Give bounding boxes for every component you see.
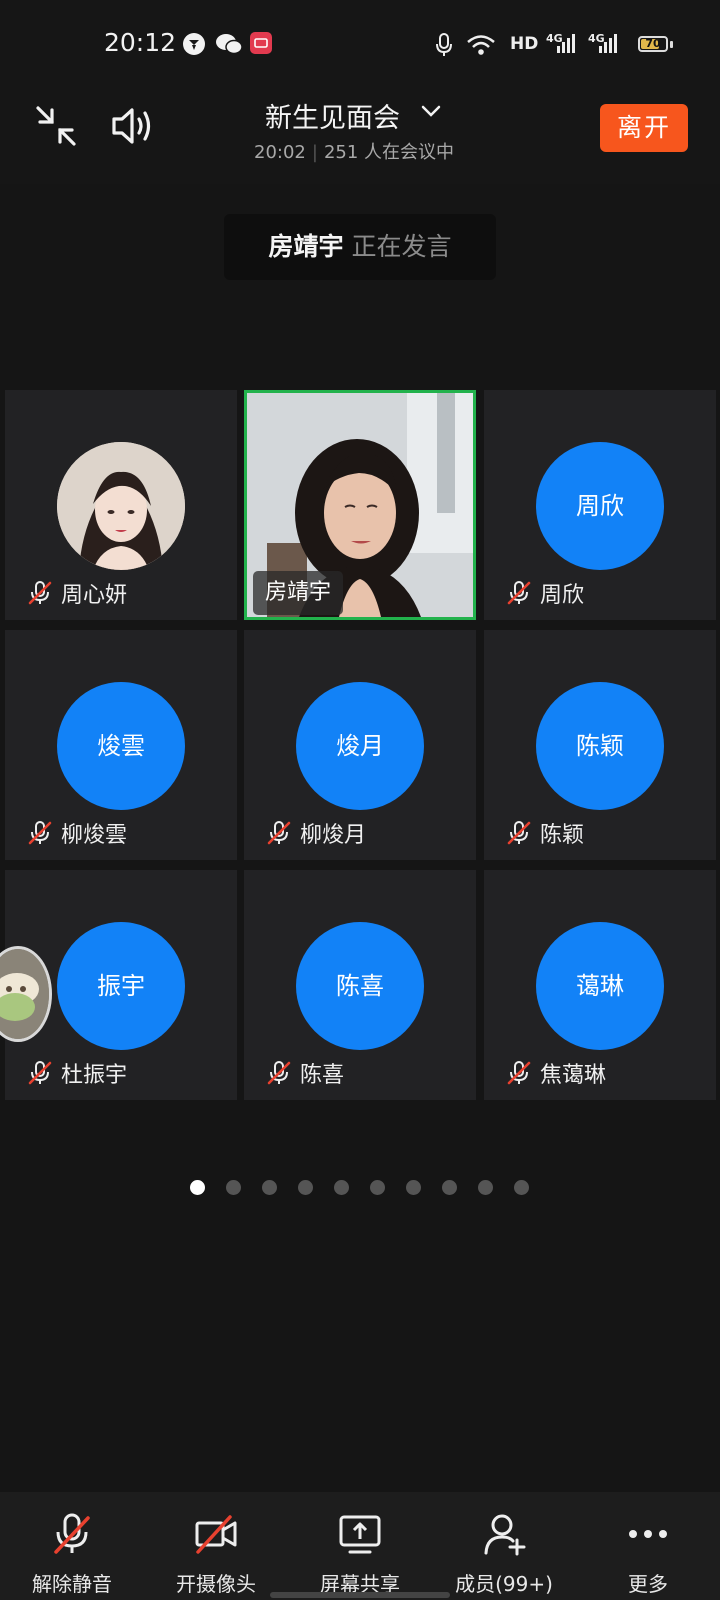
muted-mic-icon [506,580,532,606]
camera-button[interactable]: 开摄像头 [144,1492,288,1600]
participant-video-tile[interactable]: 房靖宇 [244,390,476,620]
signal-strength-icon [556,32,576,58]
unmute-button[interactable]: 解除静音 [0,1492,144,1600]
muted-mic-icon [506,820,532,846]
status-bar: 20:12 HD 4G 4G 70 [0,0,720,90]
page-dot[interactable] [226,1180,241,1195]
participant-tile[interactable]: 陈喜 陈喜 [244,870,476,1100]
muted-mic-icon [27,1060,53,1086]
wifi-icon [466,34,496,60]
participant-tile[interactable]: 周欣 周欣 [484,390,716,620]
participant-tile[interactable]: 陈颖 陈颖 [484,630,716,860]
members-button[interactable]: 成员(99+) [432,1492,576,1600]
participant-name: 柳焌雲 [61,823,128,848]
screen-share-icon [338,1512,382,1556]
leave-button[interactable]: 离开 [600,104,688,152]
initials-avatar: 蔼琳 [536,922,664,1050]
more-dots-icon [626,1512,670,1556]
camera-label: 开摄像头 [176,1572,256,1596]
unmute-label: 解除静音 [32,1572,112,1596]
meeting-title[interactable]: 新生见面会 [265,96,400,135]
initials-avatar: 焌月 [296,682,424,810]
more-label: 更多 [628,1572,668,1596]
participant-count: 251 人在会议中 [323,142,455,163]
minimize-icon[interactable] [34,104,78,152]
active-speaker-banner: 房靖宇 正在发言 [224,214,496,280]
speaker-volume-icon[interactable] [110,104,156,152]
meeting-start-time: 20:02 [254,142,306,163]
participant-name: 陈颖 [540,823,585,848]
signal-strength-icon-2 [598,32,618,58]
participant-tile[interactable]: 周心妍 [5,390,237,620]
page-dot[interactable] [406,1180,421,1195]
participant-name-label: 陈喜 [266,1058,344,1088]
initials-avatar: 陈颖 [536,682,664,810]
participant-name: 周心妍 [61,583,128,608]
participant-tile[interactable]: 焌雲 柳焌雲 [5,630,237,860]
muted-mic-icon [50,1512,94,1556]
chevron-down-icon[interactable] [420,100,442,126]
members-label: 成员(99+) [455,1572,553,1596]
muted-mic-icon [27,820,53,846]
camera-off-icon [194,1512,238,1556]
participant-name-label: 房靖宇 [253,571,344,615]
initials-avatar: 周欣 [536,442,664,570]
participant-name: 焦蔼琳 [540,1063,607,1088]
participant-name-label: 杜振宇 [27,1058,127,1088]
page-dot[interactable] [370,1180,385,1195]
active-speaker-status: 正在发言 [351,232,452,261]
wechat-icon [215,32,243,60]
active-speaker-name: 房靖宇 [268,232,344,261]
participant-tile[interactable]: 蔼琳 焦蔼琳 [484,870,716,1100]
participant-name-label: 陈颖 [506,818,584,848]
more-button[interactable]: 更多 [576,1492,720,1600]
add-member-icon [482,1512,526,1556]
meeting-header: 新生见面会 20:02 | 251 人在会议中 离开 [0,90,720,184]
screen-record-icon [249,31,273,59]
page-dot[interactable] [514,1180,529,1195]
participant-name-label: 柳焌雲 [27,818,127,848]
home-indicator[interactable] [270,1592,450,1598]
battery-level: 70 [645,37,661,50]
page-dot[interactable] [298,1180,313,1195]
page-dot[interactable] [442,1180,457,1195]
microphone-status-icon [434,32,454,62]
muted-mic-icon [266,820,292,846]
participant-name-label: 周欣 [506,578,584,608]
screen-share-button[interactable]: 屏幕共享 [288,1492,432,1600]
meeting-toolbar: 解除静音 开摄像头 屏幕共享 成员(99+) 更多 [0,1492,720,1600]
page-indicator[interactable] [0,1180,720,1200]
battery-icon: 70 [638,36,668,52]
profile-photo-avatar [57,442,185,570]
muted-mic-icon [27,580,53,606]
muted-mic-icon [266,1060,292,1086]
divider: | [311,142,318,163]
meeting-info: 20:02 | 251 人在会议中 [254,138,454,164]
participant-name: 陈喜 [300,1063,345,1088]
participant-name-label: 柳焌月 [266,818,366,848]
status-time: 20:12 [104,28,177,57]
participant-name: 周欣 [540,583,585,608]
page-dot-active[interactable] [190,1180,205,1195]
participant-name-label: 周心妍 [27,578,127,608]
participant-name: 柳焌月 [300,823,367,848]
page-dot[interactable] [334,1180,349,1195]
page-dot[interactable] [478,1180,493,1195]
participant-name: 杜振宇 [61,1063,128,1088]
hd-indicator: HD [510,34,539,54]
muted-mic-icon [506,1060,532,1086]
initials-avatar: 陈喜 [296,922,424,1050]
app-notification-icon [182,32,206,60]
participant-tile[interactable]: 焌月 柳焌月 [244,630,476,860]
battery-cap [670,41,673,48]
participant-name-label: 焦蔼琳 [506,1058,606,1088]
initials-avatar: 振宇 [57,922,185,1050]
page-dot[interactable] [262,1180,277,1195]
initials-avatar: 焌雲 [57,682,185,810]
